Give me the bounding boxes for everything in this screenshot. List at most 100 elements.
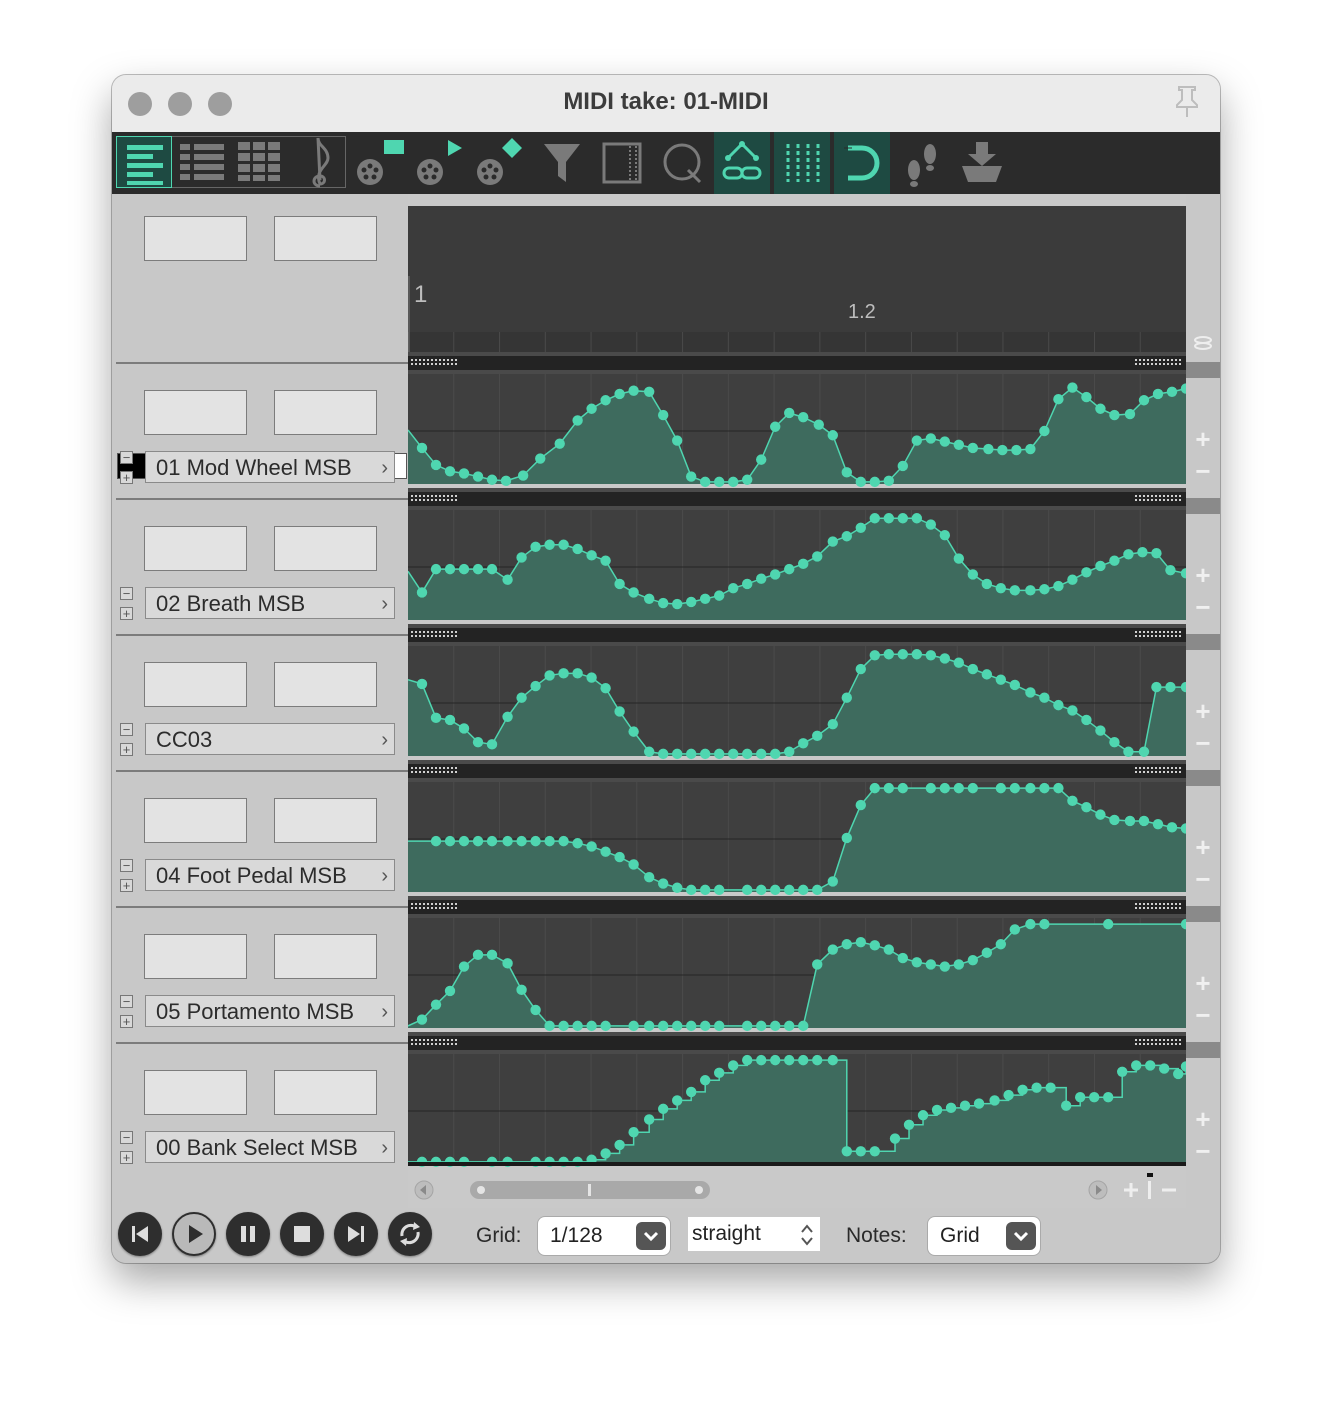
cc-event-point[interactable] <box>600 1020 611 1032</box>
expand-lane-icon[interactable]: + <box>120 879 133 892</box>
play-icon[interactable] <box>172 1212 216 1256</box>
cc-event-point[interactable] <box>883 649 895 660</box>
cc-event-point[interactable] <box>770 748 781 760</box>
cc-event-point[interactable] <box>897 460 909 472</box>
cc-event-point[interactable] <box>486 835 498 847</box>
cc-event-point[interactable] <box>997 444 1008 456</box>
cc-event-point[interactable] <box>472 949 484 961</box>
cc-event-point[interactable] <box>917 1110 929 1121</box>
lane-zoom-out-icon[interactable]: − <box>1192 594 1214 620</box>
cc-event-point[interactable] <box>500 475 512 487</box>
cc-event-point[interactable] <box>430 712 442 724</box>
cc-event-point[interactable] <box>416 587 428 598</box>
cc-event-point[interactable] <box>643 871 655 883</box>
cc-event-point[interactable] <box>883 782 895 794</box>
cc-event-point[interactable] <box>995 939 1007 950</box>
cc-event-point[interactable] <box>967 954 979 966</box>
cc-event-point[interactable] <box>444 466 456 477</box>
cc-event-point[interactable] <box>1173 1068 1184 1080</box>
cc-event-point[interactable] <box>714 1067 725 1079</box>
lane-zoom-out-icon[interactable]: − <box>1192 458 1214 484</box>
cc-event-point[interactable] <box>939 653 951 664</box>
cc-event-point[interactable] <box>883 475 895 487</box>
loop-icon[interactable] <box>388 1212 432 1256</box>
cc-event-point[interactable] <box>855 476 866 488</box>
lane-value-box-left[interactable] <box>144 662 247 707</box>
cc-event-point[interactable] <box>714 1020 725 1032</box>
cc-event-point[interactable] <box>925 959 937 970</box>
skip-to-start-icon[interactable] <box>118 1212 162 1256</box>
lane-zoom-in-icon[interactable]: + <box>1192 834 1214 860</box>
cc-event-point[interactable] <box>544 670 555 681</box>
cc-event-point[interactable] <box>430 835 442 847</box>
cc-event-point[interactable] <box>770 884 781 896</box>
media-item-lane-icon[interactable] <box>352 132 408 194</box>
lane-value-box-left[interactable] <box>144 526 247 571</box>
cc-event-point[interactable] <box>671 598 683 610</box>
cc-event-point[interactable] <box>855 522 866 533</box>
cc-event-point[interactable] <box>925 433 937 444</box>
cc-event-point[interactable] <box>742 474 753 485</box>
expand-lane-icon[interactable]: + <box>120 471 133 484</box>
cc-event-point[interactable] <box>728 748 739 760</box>
grid-dropdown[interactable]: 1/128 <box>538 1217 670 1255</box>
filter-icon[interactable] <box>534 132 590 194</box>
cc-event-point[interactable] <box>430 999 442 1010</box>
cc-event-point[interactable] <box>855 936 866 948</box>
lane-divider-handle[interactable] <box>1186 770 1220 786</box>
cc-event-point[interactable] <box>657 748 669 760</box>
cc-event-point[interactable] <box>756 1020 767 1032</box>
cc-event-point[interactable] <box>1067 795 1078 807</box>
cc-event-point[interactable] <box>671 1095 683 1106</box>
cc-event-point[interactable] <box>516 835 527 847</box>
cc-event-point[interactable] <box>981 669 993 680</box>
cc-event-point[interactable] <box>1152 818 1164 830</box>
cc-event-point[interactable] <box>1088 1092 1100 1103</box>
cc-event-point[interactable] <box>983 443 994 455</box>
cc-event-point[interactable] <box>628 726 639 737</box>
cc-event-point[interactable] <box>1095 725 1106 736</box>
cc-event-point[interactable] <box>1081 391 1092 403</box>
cc-event-point[interactable] <box>925 650 937 661</box>
cc-event-point[interactable] <box>939 782 951 794</box>
cc-event-point[interactable] <box>1123 746 1134 757</box>
cc-event-point[interactable] <box>798 412 809 423</box>
cc-event-point[interactable] <box>1109 555 1120 566</box>
lane-zoom-in-icon[interactable]: + <box>1192 698 1214 724</box>
cc-event-point[interactable] <box>1025 443 1036 455</box>
cc-event-point[interactable] <box>728 1060 739 1071</box>
cc-event-point[interactable] <box>967 782 979 794</box>
cc-event-point[interactable] <box>812 551 823 562</box>
cc-event-point[interactable] <box>714 590 725 601</box>
cc-event-point[interactable] <box>1025 782 1036 794</box>
collapse-lane-icon[interactable]: − <box>120 859 133 872</box>
cc-event-point[interactable] <box>841 692 852 703</box>
lane-resize-icon[interactable] <box>1194 336 1212 350</box>
cc-event-point[interactable] <box>1025 687 1036 698</box>
cc-event-point[interactable] <box>827 876 838 887</box>
cc-event-point[interactable] <box>544 1020 555 1032</box>
cc-event-point[interactable] <box>628 859 639 870</box>
cc-event-point[interactable] <box>827 944 838 955</box>
notation-view-icon[interactable] <box>290 132 346 194</box>
cc-event-point[interactable] <box>472 563 484 575</box>
cc-event-point[interactable] <box>699 748 711 760</box>
cc-event-point[interactable] <box>1138 395 1150 406</box>
cc-event-point[interactable] <box>685 471 697 482</box>
cc-event-point[interactable] <box>1081 714 1092 726</box>
cc-lane-view-icon[interactable] <box>594 132 650 194</box>
lane-value-box-right[interactable] <box>274 798 377 843</box>
cc-event-point[interactable] <box>728 476 739 488</box>
cc-event-point[interactable] <box>995 583 1007 594</box>
named-notes-view-icon[interactable] <box>174 132 230 194</box>
cc-event-point[interactable] <box>458 468 470 479</box>
lane-zoom-out-icon[interactable]: − <box>1192 866 1214 892</box>
collapse-lane-icon[interactable]: − <box>120 587 133 600</box>
cc-event-point[interactable] <box>486 474 498 485</box>
event-list-view-icon[interactable] <box>232 132 288 194</box>
cc-event-point[interactable] <box>925 782 937 794</box>
cc-event-point[interactable] <box>939 530 951 541</box>
cc-event-point[interactable] <box>657 597 669 609</box>
cc-event-point[interactable] <box>1009 585 1021 596</box>
cc-event-point[interactable] <box>925 519 937 530</box>
